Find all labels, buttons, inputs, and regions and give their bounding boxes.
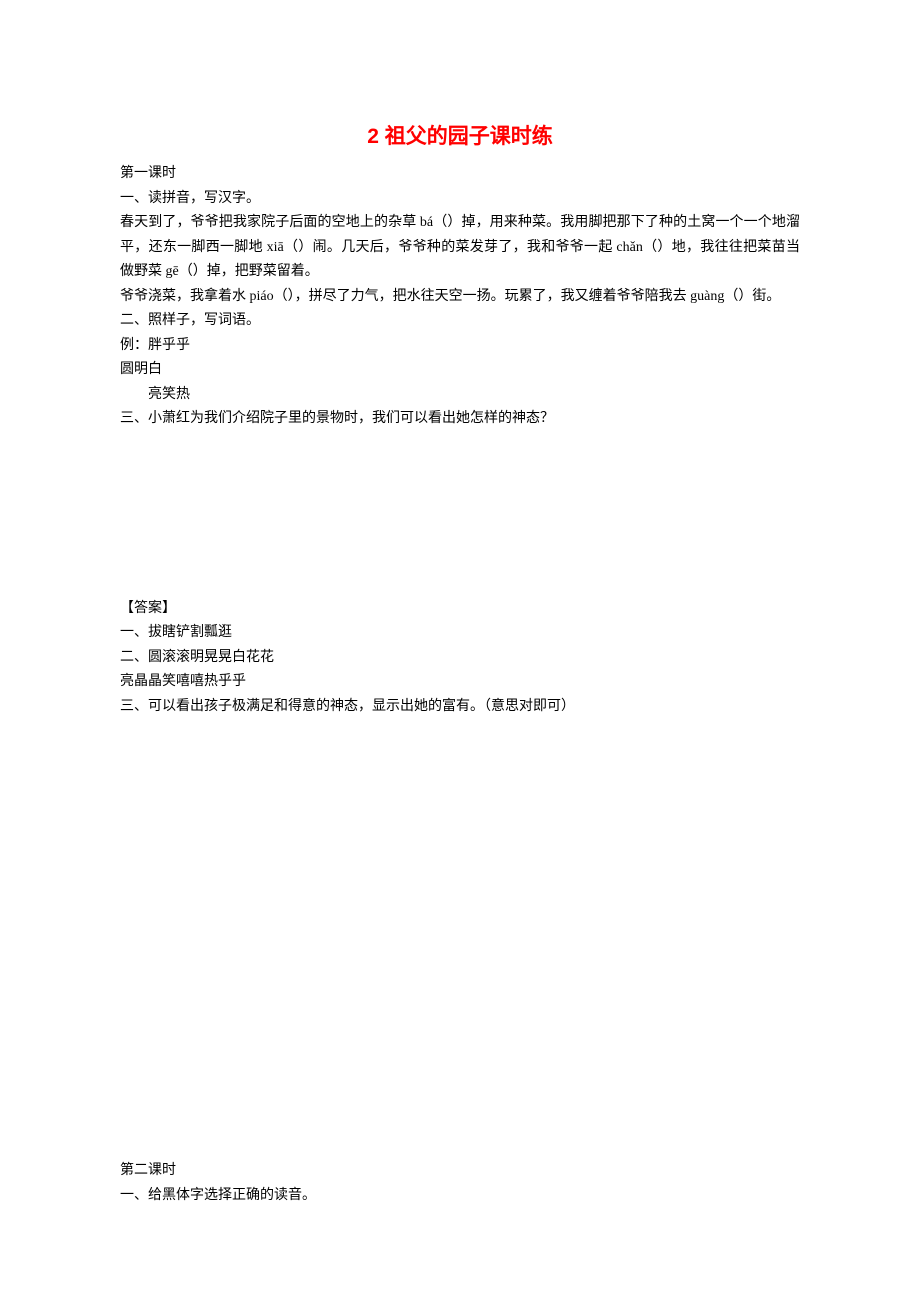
answers-heading: 【答案】 <box>120 597 800 622</box>
lesson2-heading: 第二课时 <box>120 1159 800 1184</box>
q1-paragraph-1: 春天到了，爷爷把我家院子后面的空地上的杂草 bá（）掉，用来种菜。我用脚把那下了… <box>120 211 800 285</box>
q3-heading: 三、小萧红为我们介绍院子里的景物时，我们可以看出她怎样的神态？ <box>120 407 800 432</box>
answer-1: 一、拔瞎铲割瓢逛 <box>120 621 800 646</box>
lesson2-q1-heading: 一、给黑体字选择正确的读音。 <box>120 1184 800 1209</box>
q2-line-1: 例：胖乎乎 <box>120 334 800 359</box>
document-page: 2 祖父的园子课时练 第一课时 一、读拼音，写汉字。 春天到了，爷爷把我家院子后… <box>0 0 920 1268</box>
q2-heading: 二、照样子，写词语。 <box>120 309 800 334</box>
answer-2-line-2: 亮晶晶笑嘻嘻热乎乎 <box>120 670 800 695</box>
spacer <box>120 432 800 597</box>
q1-heading: 一、读拼音，写汉字。 <box>120 187 800 212</box>
document-title: 2 祖父的园子课时练 <box>120 120 800 150</box>
q2-line-2: 圆明白 <box>120 358 800 383</box>
lesson1-heading: 第一课时 <box>120 162 800 187</box>
q1-paragraph-2: 爷爷浇菜，我拿着水 piáo（），拼尽了力气，把水往天空一扬。玩累了，我又缠着爷… <box>120 285 800 310</box>
answer-3: 三、可以看出孩子极满足和得意的神态，显示出她的富有。（意思对即可） <box>120 695 800 720</box>
q2-line-3: 亮笑热 <box>120 383 800 408</box>
spacer-large <box>120 719 800 1159</box>
answer-2-line-1: 二、圆滚滚明晃晃白花花 <box>120 646 800 671</box>
